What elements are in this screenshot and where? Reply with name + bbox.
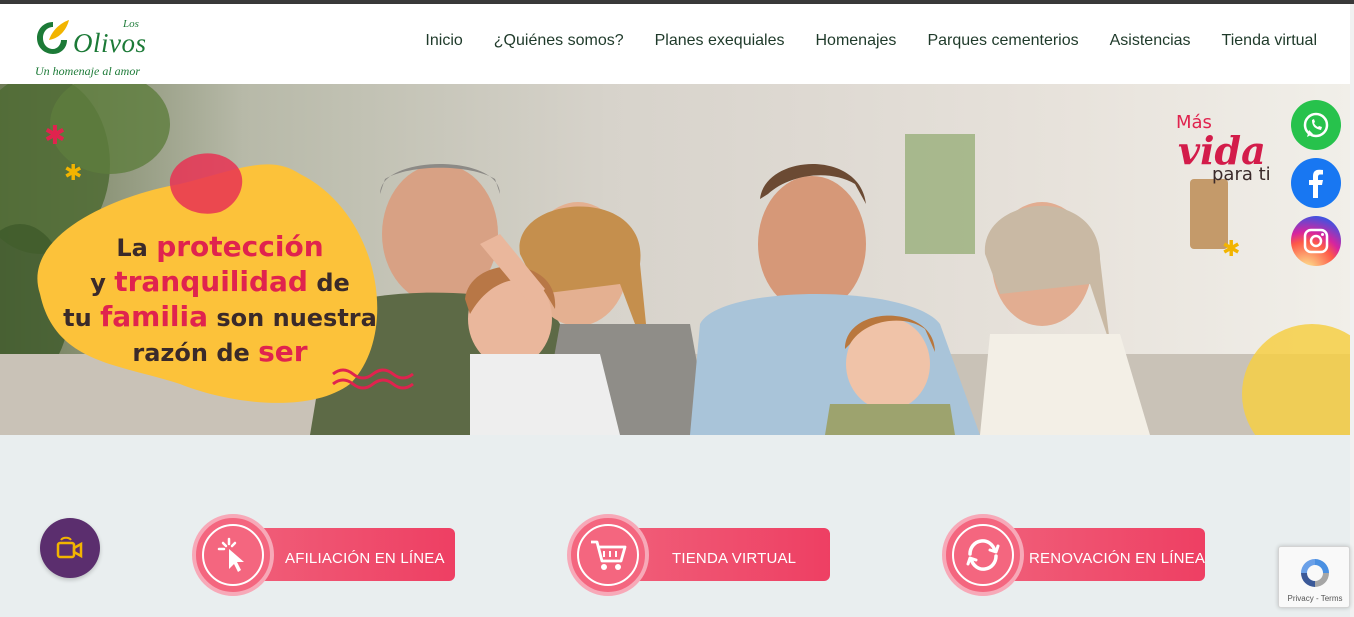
svg-text:✱: ✱	[44, 121, 66, 151]
nav-item-tienda-virtual[interactable]: Tienda virtual	[1222, 32, 1317, 50]
headline-text: de	[307, 269, 350, 297]
tienda-virtual-button[interactable]: TIENDA VIRTUAL	[567, 514, 831, 596]
renovacion-icon-circle	[942, 514, 1024, 596]
video-call-icon	[56, 536, 83, 559]
nav-item-parques-cementerios[interactable]: Parques cementerios	[927, 32, 1078, 50]
olive-leaf-icon	[37, 20, 69, 54]
svg-text:✱: ✱	[64, 161, 82, 186]
headline-highlight: ser	[258, 335, 308, 368]
recaptcha-icon	[1301, 559, 1329, 587]
afiliacion-label: AFILIACIÓN EN LÍNEA	[285, 550, 445, 567]
recaptcha-badge[interactable]: Privacy - Terms	[1278, 546, 1350, 608]
main-nav: Inicio ¿Quiénes somos? Planes exequiales…	[425, 32, 1317, 50]
refresh-icon	[966, 539, 1000, 571]
svg-text:✱: ✱	[1222, 237, 1240, 262]
recaptcha-links[interactable]: Privacy - Terms	[1279, 594, 1351, 603]
instagram-button[interactable]	[1291, 216, 1341, 266]
pointer-click-icon	[217, 537, 244, 572]
headline-text: son nuestra	[208, 304, 377, 332]
nav-item-inicio[interactable]: Inicio	[425, 32, 462, 50]
headline-highlight: tranquilidad	[114, 265, 308, 298]
tienda-label: TIENDA VIRTUAL	[672, 550, 797, 567]
whatsapp-button[interactable]	[1291, 100, 1341, 150]
headline-text: La	[116, 234, 157, 262]
afiliacion-icon-circle	[192, 514, 274, 596]
tienda-icon-circle	[567, 514, 649, 596]
headline-text: razón de	[132, 339, 259, 367]
afiliacion-button[interactable]: AFILIACIÓN EN LÍNEA	[192, 514, 456, 596]
nav-item-quienes-somos[interactable]: ¿Quiénes somos?	[494, 32, 624, 50]
instagram-icon	[1303, 228, 1329, 254]
brand-logo[interactable]: Los Olivos Un homenaje al amor	[33, 16, 163, 80]
slogan-bottom: para ti	[1212, 164, 1271, 185]
whatsapp-icon	[1303, 112, 1329, 138]
renovacion-label: RENOVACIÓN EN LÍNEA	[1029, 550, 1206, 567]
hero-banner: ✱ ✱ ✱ La protección y tranquilidad de tu…	[0, 84, 1350, 435]
renovacion-button[interactable]: RENOVACIÓN EN LÍNEA	[942, 514, 1206, 596]
headline-text: tu	[63, 304, 101, 332]
facebook-button[interactable]	[1291, 158, 1341, 208]
headline-highlight: familia	[100, 300, 209, 333]
nav-item-asistencias[interactable]: Asistencias	[1110, 32, 1191, 50]
scrollbar[interactable]	[1350, 4, 1354, 617]
hero-headline: La protección y tranquilidad de tu famil…	[60, 230, 380, 370]
logo-tagline: Un homenaje al amor	[35, 64, 140, 78]
site-header: Los Olivos Un homenaje al amor Inicio ¿Q…	[0, 4, 1354, 84]
logo-name: Olivos	[73, 28, 147, 58]
headline-text: y	[90, 269, 115, 297]
nav-item-planes-exequiales[interactable]: Planes exequiales	[655, 32, 785, 50]
shopping-cart-icon	[591, 540, 627, 570]
nav-item-homenajes[interactable]: Homenajes	[816, 32, 897, 50]
headline-highlight: protección	[156, 230, 324, 263]
facebook-icon	[1309, 169, 1323, 198]
video-call-button[interactable]	[40, 518, 100, 578]
